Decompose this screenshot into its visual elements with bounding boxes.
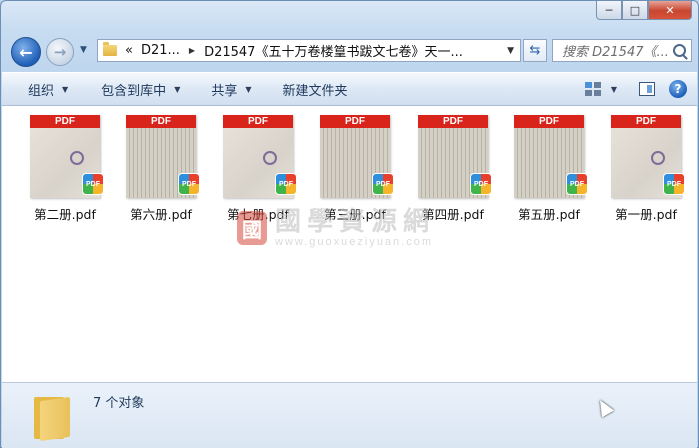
search-placeholder: 搜索 D21547《... (562, 45, 669, 60)
pdf-label: PDF (418, 115, 488, 128)
back-button[interactable]: ← (11, 37, 41, 67)
share-label: 共享 (211, 83, 238, 99)
watermark-url: www.guoxueziyuan.com (275, 236, 434, 248)
organize-label: 组织 (28, 83, 55, 99)
folder-icon (32, 391, 76, 442)
pdf-app-icon: PDF (275, 173, 297, 195)
breadcrumb-item-root[interactable]: D21... (141, 43, 180, 58)
pdf-thumbnail: PDF PDF (126, 115, 200, 198)
file-item[interactable]: PDF PDF 第六册.pdf (115, 115, 207, 223)
back-arrow-icon: ← (19, 42, 33, 62)
maximize-button[interactable]: □ (622, 1, 648, 20)
pdf-label: PDF (320, 115, 390, 128)
search-icon[interactable] (673, 44, 686, 57)
forward-button[interactable]: → (46, 38, 74, 66)
chevron-down-icon: ▼ (174, 84, 181, 94)
pdf-thumbnail: PDF PDF (223, 115, 297, 198)
preview-pane-icon[interactable] (639, 82, 655, 96)
chevron-down-icon: ▼ (245, 84, 252, 94)
new-folder-button[interactable]: 新建文件夹 (265, 80, 361, 99)
pdf-thumbnail: PDF PDF (320, 115, 394, 198)
file-name: 第二册.pdf (34, 207, 96, 222)
pdf-app-icon: PDF (470, 173, 492, 195)
pdf-app-icon: PDF (178, 173, 200, 195)
watermark: 國 國學資源網 www.guoxueziyuan.com (237, 208, 435, 248)
pdf-label: PDF (126, 115, 196, 128)
include-in-library-menu[interactable]: 包含到库中 ▼ (81, 80, 193, 99)
watermark-text: 國學資源網 (275, 207, 436, 237)
explorer-window: ─ □ ✕ ← → ▼ « D21... ▶ D21547《五十万卷楼篁书跋文七… (0, 0, 699, 448)
chevron-down-icon[interactable]: ▼ (611, 85, 617, 94)
status-bar: 7 个对象 (2, 382, 697, 448)
minimize-button[interactable]: ─ (596, 1, 622, 20)
search-input[interactable]: 搜索 D21547《... (552, 39, 692, 62)
close-button[interactable]: ✕ (648, 1, 692, 20)
file-name: 第六册.pdf (130, 207, 192, 222)
pdf-app-icon: PDF (372, 173, 394, 195)
views-icon[interactable] (584, 82, 601, 96)
file-item[interactable]: PDF PDF 第二册.pdf (19, 115, 111, 223)
folder-icon (103, 42, 117, 56)
file-list: PDFPDF第二册.pdfPDFPDF第六册.pdfPDFPDF第七册.pdfP… (2, 106, 697, 382)
refresh-button[interactable]: ⇆ (523, 39, 547, 62)
breadcrumb-item-current[interactable]: D21547《五十万卷楼篁书跋文七卷》天一... (204, 41, 463, 60)
pdf-label: PDF (30, 115, 100, 128)
watermark-seal: 國 (237, 211, 267, 245)
pdf-label: PDF (514, 115, 584, 128)
forward-arrow-icon: → (53, 43, 67, 61)
pdf-thumbnail: PDF PDF (611, 115, 685, 198)
address-bar[interactable]: « D21... ▶ D21547《五十万卷楼篁书跋文七卷》天一... ▼ (97, 39, 521, 62)
toolbar-right: ▼ ? (584, 80, 697, 98)
pdf-thumbnail: PDF PDF (514, 115, 588, 198)
file-name: 第一册.pdf (615, 207, 677, 222)
new-folder-label: 新建文件夹 (282, 83, 348, 99)
organize-menu[interactable]: 组织 ▼ (2, 80, 81, 99)
help-icon[interactable]: ? (669, 80, 687, 98)
pdf-app-icon: PDF (663, 173, 685, 195)
pdf-thumbnail: PDF PDF (30, 115, 104, 198)
caption-buttons: ─ □ ✕ (596, 1, 692, 20)
chevron-down-icon[interactable]: ▼ (507, 46, 514, 56)
file-item[interactable]: PDF PDF 第一册.pdf (600, 115, 692, 223)
pdf-thumbnail: PDF PDF (418, 115, 492, 198)
refresh-icon: ⇆ (529, 43, 541, 58)
pdf-label: PDF (611, 115, 681, 128)
pdf-label: PDF (223, 115, 293, 128)
chevron-down-icon: ▼ (62, 84, 69, 94)
include-library-label: 包含到库中 (101, 83, 167, 99)
command-bar: 组织 ▼ 包含到库中 ▼ 共享 ▼ 新建文件夹 ▼ ? (2, 72, 697, 106)
file-item[interactable]: PDF PDF 第五册.pdf (503, 115, 595, 223)
share-menu[interactable]: 共享 ▼ (193, 80, 264, 99)
file-name: 第五册.pdf (518, 207, 580, 222)
item-count: 7 个对象 (93, 396, 145, 411)
recent-pages-dropdown[interactable]: ▼ (80, 45, 87, 55)
pdf-app-icon: PDF (566, 173, 588, 195)
pdf-app-icon: PDF (82, 173, 104, 195)
chevron-right-icon[interactable]: ▶ (189, 46, 195, 55)
breadcrumb-prefix[interactable]: « (125, 43, 133, 58)
